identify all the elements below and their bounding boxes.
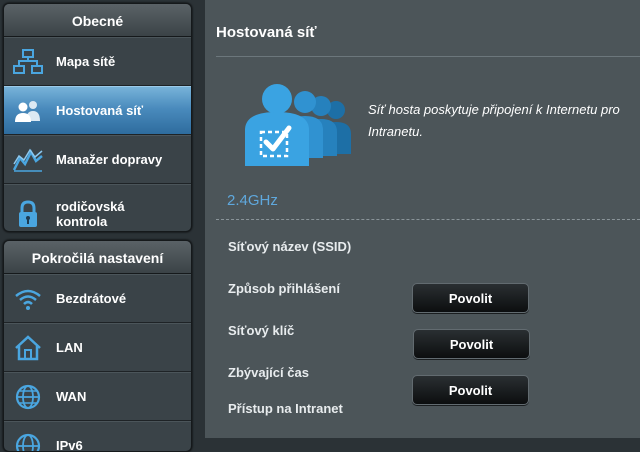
enable-button-3[interactable]: Povolit — [412, 375, 529, 405]
sidebar-general-panel: Obecné Mapa sítě Hostovaná síť — [3, 3, 192, 232]
sidebar-item-wireless[interactable]: Bezdrátové — [4, 274, 191, 323]
sidebar-item-label: Bezdrátové — [56, 291, 126, 306]
ssid-label: Síťový název (SSID) — [228, 239, 351, 254]
globe-icon — [12, 430, 44, 452]
sidebar-item-wan[interactable]: WAN — [4, 372, 191, 421]
lock-icon — [12, 198, 44, 230]
guest-network-description: Síť hosta poskytuje připojení k Internet… — [368, 99, 640, 143]
intranet-access-label: Přístup na Intranet — [228, 401, 343, 416]
sidebar-item-network-map[interactable]: Mapa sítě — [4, 37, 191, 86]
auth-method-label: Způsob přihlášení — [228, 281, 340, 296]
sidebar-item-label: Mapa sítě — [56, 54, 115, 69]
band-label: 2.4GHz — [227, 192, 278, 209]
globe-icon — [12, 381, 44, 413]
guest-users-icon — [233, 82, 353, 177]
band-divider — [216, 219, 640, 220]
traffic-manager-icon — [12, 144, 44, 176]
sidebar-item-label: IPv6 — [56, 438, 83, 452]
sidebar-item-label: Manažer dopravy — [56, 152, 162, 167]
remaining-time-label: Zbývající čas — [228, 365, 309, 380]
sidebar-item-label: rodičovská kontrola — [56, 199, 125, 229]
sidebar-item-label-line2: kontrola — [56, 214, 107, 229]
network-map-icon — [12, 46, 44, 78]
sidebar-general-header: Obecné — [4, 4, 191, 37]
guest-network-icon — [12, 95, 44, 127]
sidebar-item-lan[interactable]: LAN — [4, 323, 191, 372]
sidebar-item-label: Hostovaná síť — [56, 103, 143, 118]
network-key-label: Síťový klíč — [228, 323, 294, 338]
description-line2: Intranetu. — [368, 124, 423, 139]
enable-button-1[interactable]: Povolit — [412, 283, 529, 313]
sidebar-item-parental-control[interactable]: rodičovská kontrola — [4, 184, 191, 232]
description-line1: Síť hosta poskytuje připojení k Internet… — [368, 102, 620, 117]
sidebar-item-traffic-manager[interactable]: Manažer dopravy — [4, 135, 191, 184]
title-divider — [216, 56, 640, 57]
sidebar-item-ipv6[interactable]: IPv6 — [4, 421, 191, 452]
sidebar-item-label: WAN — [56, 389, 86, 404]
home-icon — [12, 332, 44, 364]
sidebar-item-label: LAN — [56, 340, 83, 355]
main-content: Hostovaná síť Síť hosta poskytuje připoj… — [205, 0, 640, 438]
sidebar-item-label-line1: rodičovská — [56, 199, 125, 214]
page-title: Hostovaná síť — [216, 24, 317, 41]
enable-button-2[interactable]: Povolit — [413, 329, 530, 359]
sidebar-advanced-panel: Pokročilá nastavení Bezdrátové LAN — [3, 240, 192, 452]
sidebar-item-guest-network[interactable]: Hostovaná síť — [4, 86, 191, 135]
wifi-icon — [12, 283, 44, 315]
sidebar-advanced-header: Pokročilá nastavení — [4, 241, 191, 274]
